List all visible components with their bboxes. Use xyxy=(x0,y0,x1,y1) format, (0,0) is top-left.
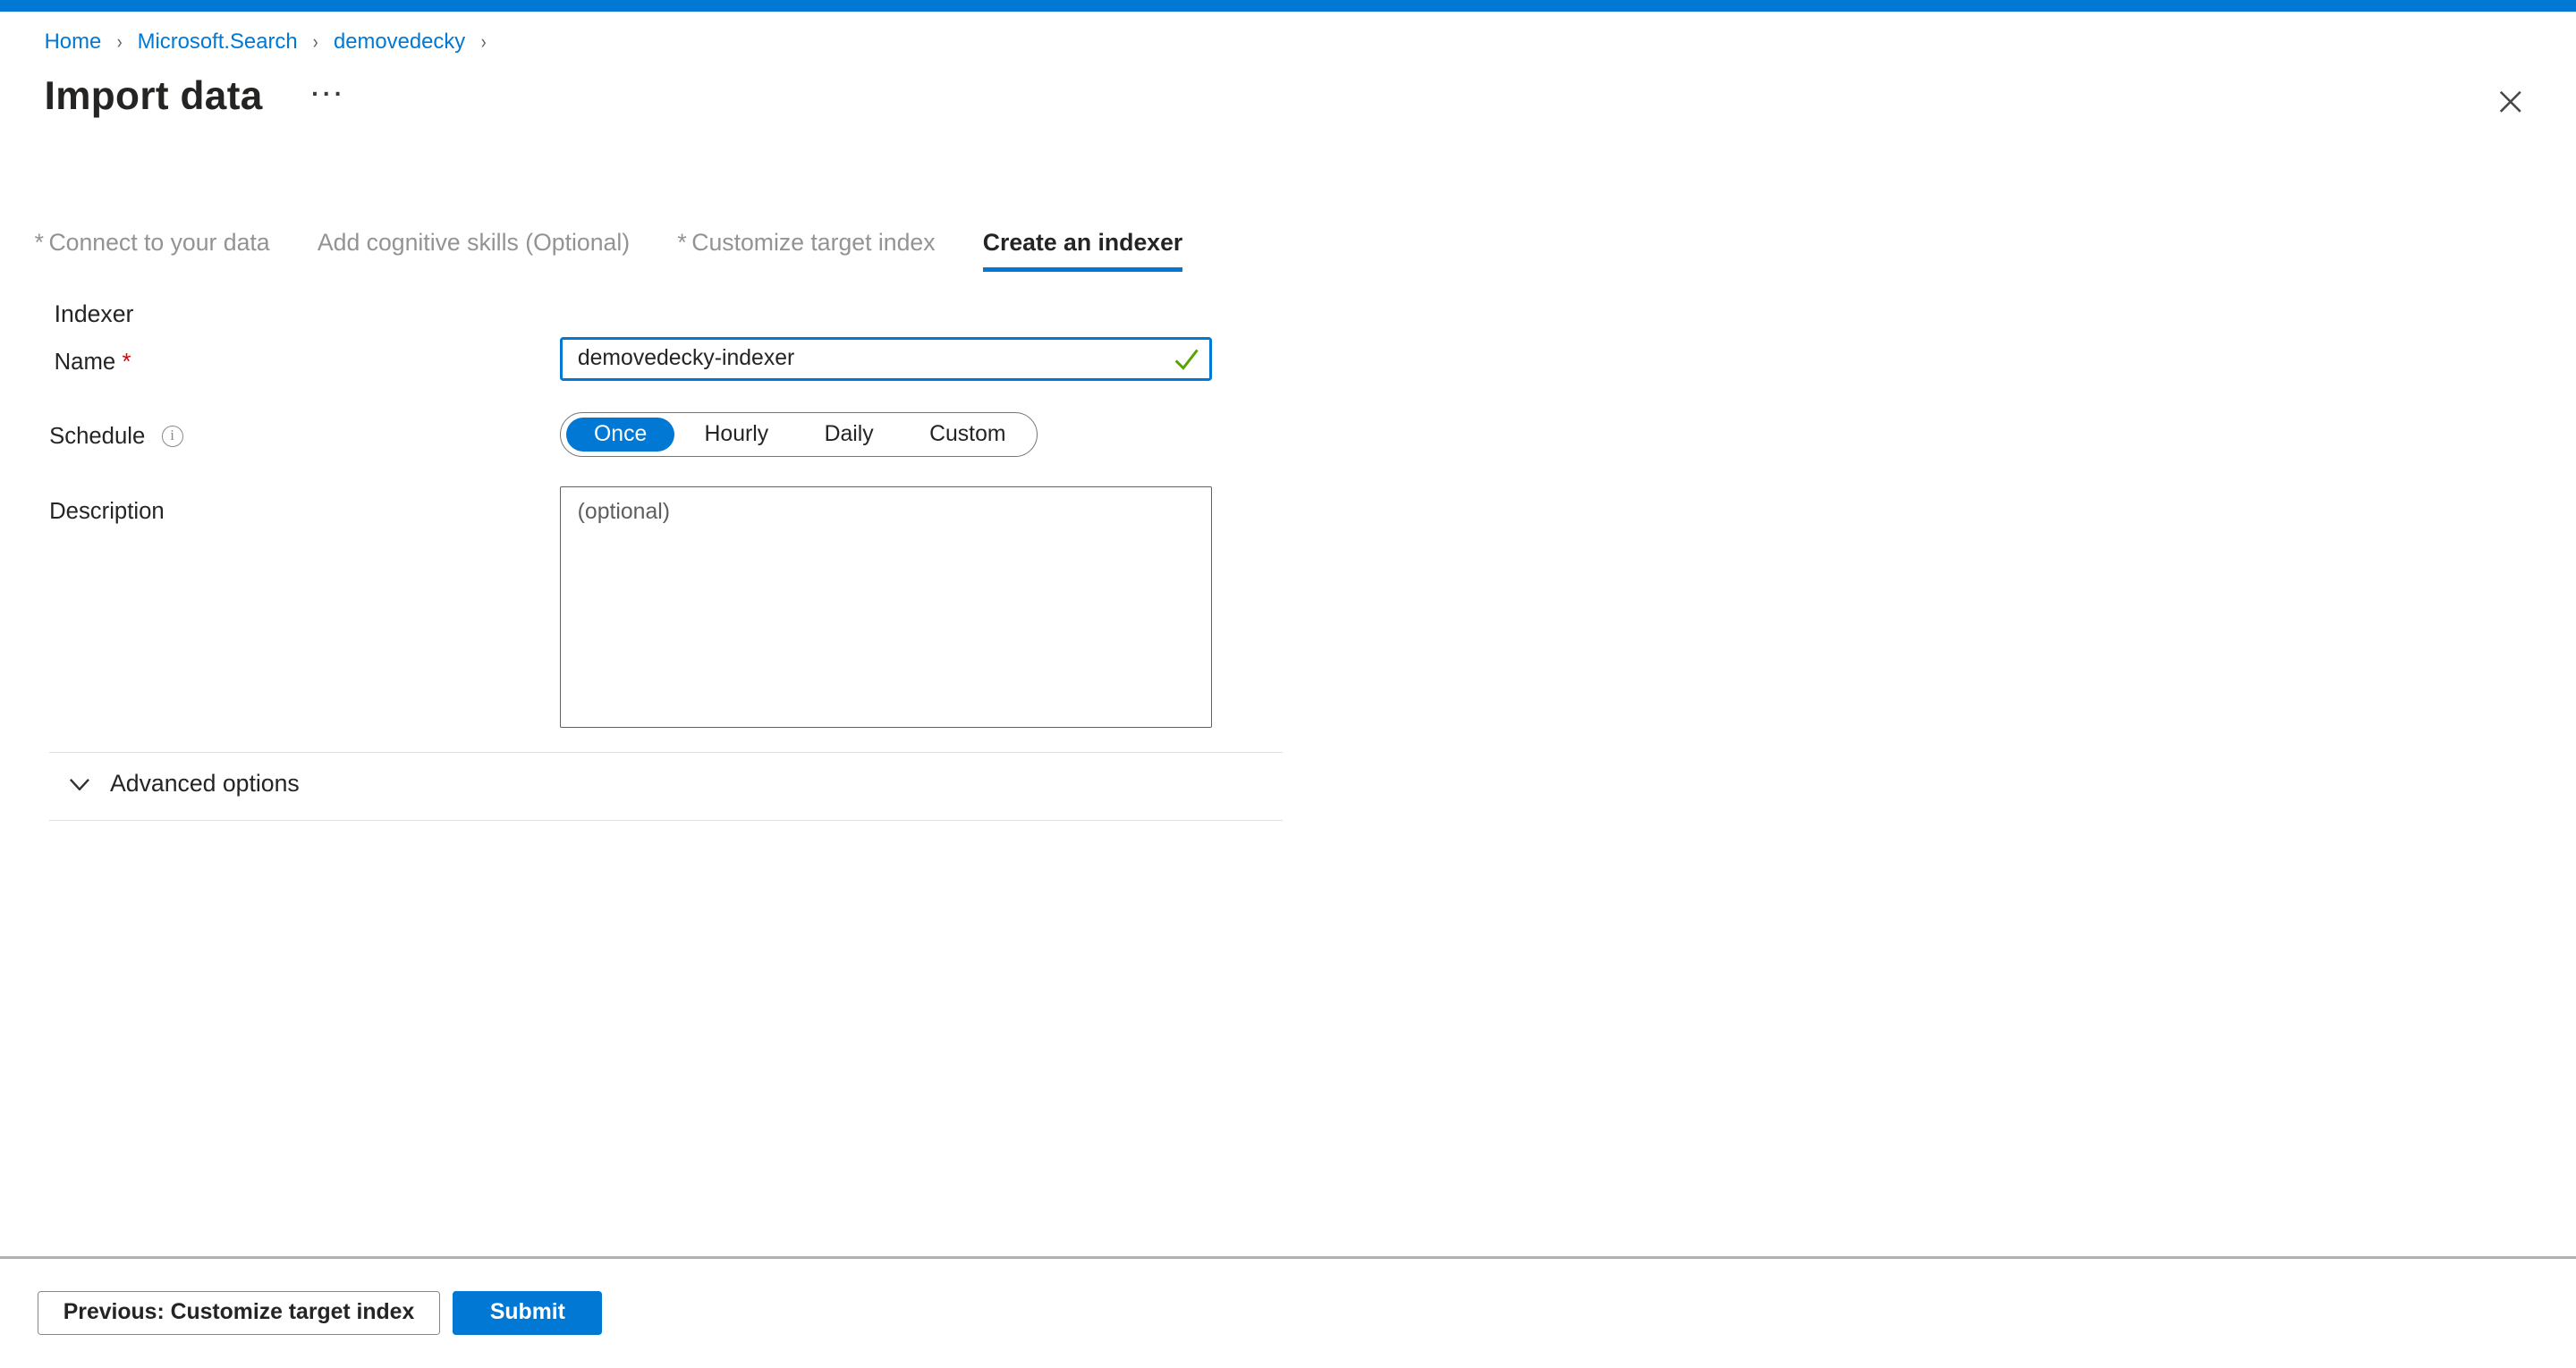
portal-top-accent-bar xyxy=(0,0,2576,12)
info-icon[interactable]: i xyxy=(162,426,183,447)
tab-customize-target-index[interactable]: *Customize target index xyxy=(677,226,935,272)
footer-buttons: Previous: Customize target index Submit xyxy=(38,1291,602,1336)
more-actions-button[interactable]: ··· xyxy=(306,79,352,114)
breadcrumb-link-microsoft-search[interactable]: Microsoft.Search xyxy=(138,28,298,55)
breadcrumb: Home › Microsoft.Search › demovedecky › xyxy=(45,28,487,55)
tab-label: Connect to your data xyxy=(48,229,269,256)
advanced-options-divider-bottom xyxy=(49,820,1283,821)
indexer-name-input[interactable] xyxy=(560,337,1212,382)
submit-button[interactable]: Submit xyxy=(453,1291,602,1336)
indexer-section-label: Indexer xyxy=(55,300,134,328)
tab-label: Add cognitive skills (Optional) xyxy=(318,229,630,256)
tab-add-cognitive-skills[interactable]: Add cognitive skills (Optional) xyxy=(318,226,630,272)
breadcrumb-separator-icon: › xyxy=(313,28,318,55)
chevron-down-icon xyxy=(69,778,90,791)
close-icon xyxy=(2498,89,2523,114)
schedule-option-hourly[interactable]: Hourly xyxy=(676,418,796,452)
description-textarea[interactable] xyxy=(560,486,1212,728)
advanced-options-label: Advanced options xyxy=(110,770,300,798)
tab-required-mark: * xyxy=(677,229,686,256)
advanced-options-divider-top xyxy=(49,752,1283,753)
previous-step-button[interactable]: Previous: Customize target index xyxy=(38,1291,440,1336)
schedule-option-daily[interactable]: Daily xyxy=(796,418,902,452)
page-title: Import data xyxy=(45,74,263,119)
breadcrumb-separator-icon: › xyxy=(480,28,486,55)
required-asterisk: * xyxy=(123,350,131,375)
breadcrumb-link-home[interactable]: Home xyxy=(45,28,102,55)
close-button[interactable] xyxy=(2490,82,2529,122)
schedule-field-label: Schedule i xyxy=(49,424,182,450)
schedule-label-text: Schedule xyxy=(49,424,145,450)
ellipsis-icon: ··· xyxy=(311,80,346,107)
schedule-option-once[interactable]: Once xyxy=(566,418,675,452)
schedule-option-custom[interactable]: Custom xyxy=(902,418,1034,452)
breadcrumb-link-demovedecky[interactable]: demovedecky xyxy=(334,28,465,55)
advanced-options-toggle[interactable]: Advanced options xyxy=(69,770,300,798)
tab-label: Customize target index xyxy=(691,229,935,256)
name-input-wrap xyxy=(560,337,1212,382)
breadcrumb-separator-icon: › xyxy=(116,28,122,55)
wizard-tabs: *Connect to your data Add cognitive skil… xyxy=(35,226,1183,272)
description-field-label: Description xyxy=(49,499,165,525)
tab-create-an-indexer[interactable]: Create an indexer xyxy=(983,226,1182,272)
tab-connect-to-your-data[interactable]: *Connect to your data xyxy=(35,226,270,272)
tab-label: Create an indexer xyxy=(983,229,1182,256)
name-label-text: Name xyxy=(55,350,116,375)
schedule-toggle-group: Once Hourly Daily Custom xyxy=(560,412,1038,457)
import-data-page: Home › Microsoft.Search › demovedecky › … xyxy=(0,0,2576,1368)
tab-required-mark: * xyxy=(35,229,44,256)
name-field-label: Name * xyxy=(55,350,131,376)
footer-divider xyxy=(0,1256,2576,1259)
